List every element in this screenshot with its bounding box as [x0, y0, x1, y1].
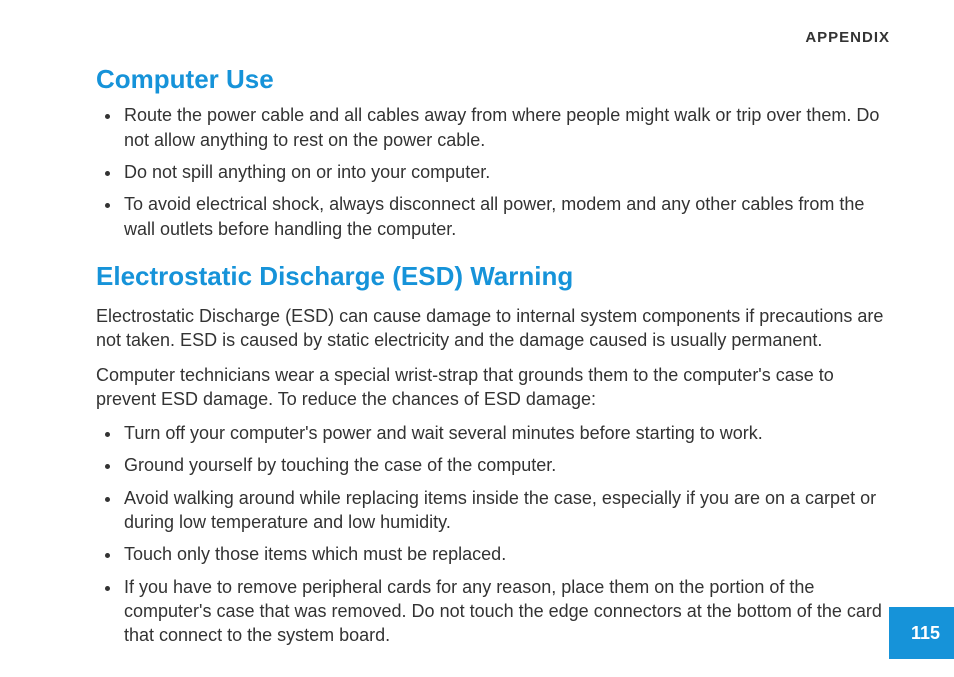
paragraph-esd-technicians: Computer technicians wear a special wris… [96, 363, 894, 412]
appendix-header: APPENDIX [96, 28, 894, 48]
paragraph-esd-intro: Electrostatic Discharge (ESD) can cause … [96, 304, 894, 353]
list-item: Do not spill anything on or into your co… [122, 160, 894, 184]
list-item: Ground yourself by touching the case of … [122, 453, 894, 477]
list-item: Avoid walking around while replacing ite… [122, 486, 894, 535]
list-item: If you have to remove peripheral cards f… [122, 575, 894, 648]
bullet-list-computer-use: Route the power cable and all cables awa… [96, 103, 894, 240]
document-page: APPENDIX Computer Use Route the power ca… [0, 0, 954, 677]
list-item: Turn off your computer's power and wait … [122, 421, 894, 445]
bullet-list-esd: Turn off your computer's power and wait … [96, 421, 894, 647]
page-number-badge: 115 [889, 607, 954, 659]
section-heading-esd-warning: Electrostatic Discharge (ESD) Warning [96, 259, 894, 294]
list-item: To avoid electrical shock, always discon… [122, 192, 894, 241]
list-item: Route the power cable and all cables awa… [122, 103, 894, 152]
list-item: Touch only those items which must be rep… [122, 542, 894, 566]
section-heading-computer-use: Computer Use [96, 62, 894, 97]
